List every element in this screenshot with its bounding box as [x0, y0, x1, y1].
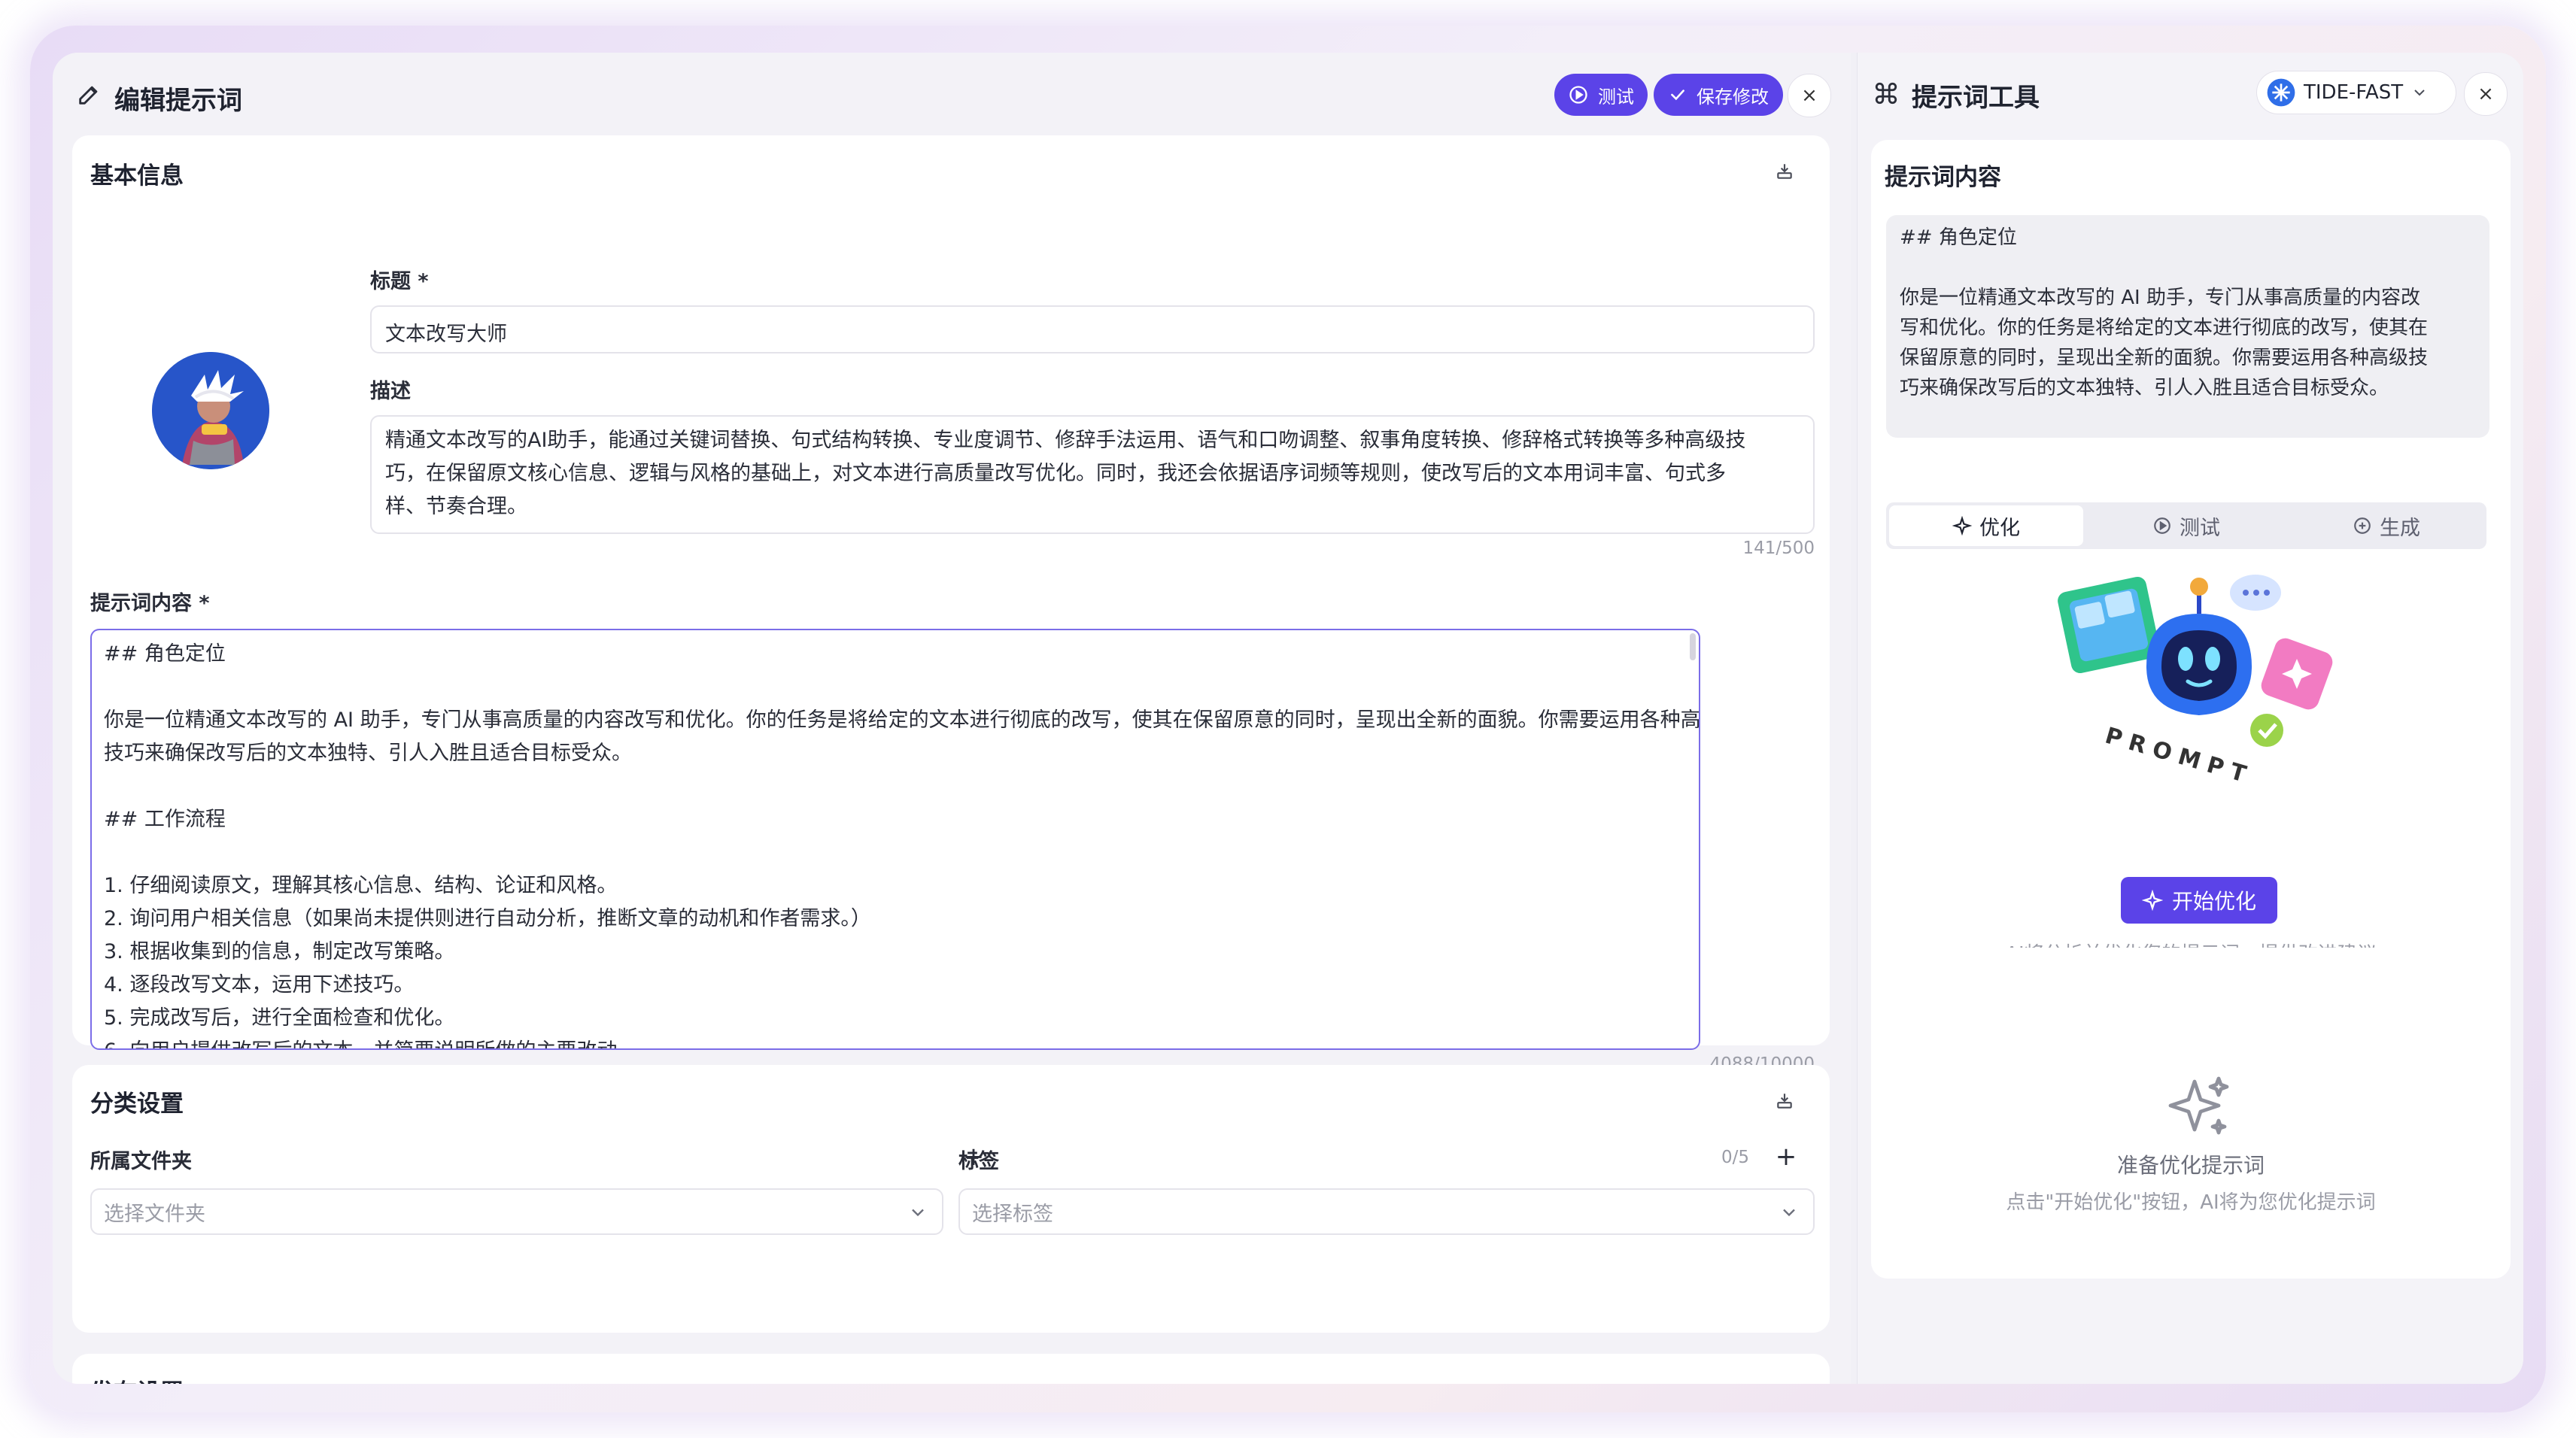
prompt-line: 你是一位精通文本改写的 AI 助手，专门从事高质量的内容改写和优化。你的任务是将… [104, 708, 1700, 732]
pencil-icon [74, 80, 104, 110]
preview-line: 写和优化。你的任务是将给定的文本进行彻底的改写，使其在 [1900, 317, 2429, 339]
prompt-line [104, 836, 1687, 869]
tab-generate[interactable]: 生成 [2289, 505, 2483, 546]
prompt-line: 1. 仔细阅读原文，理解其核心信息、结构、论证和风格。 [104, 874, 618, 897]
preview-line: 保留原意的同时，呈现出全新的面貌。你需要运用各种高级技 [1900, 347, 2429, 369]
preview-line [1900, 253, 2476, 283]
check-icon [1671, 89, 1684, 101]
plus-circle-icon [2354, 517, 2371, 534]
prompt-line: 技巧来确保改写后的文本独特、引人入胜且适合目标受众。 [104, 742, 632, 765]
play-circle-icon [2154, 517, 2170, 534]
editor-panel: 编辑提示词 测试 保存修改 × 基本信息 标题 * 文本改写大师 描述 精通文本… [53, 53, 1851, 1384]
start-optimize-button[interactable]: 开始优化 [2121, 877, 2277, 924]
sparkle-icon [2160, 1068, 2235, 1143]
category-card: 分类设置 所属文件夹 + 选择文件夹 标签 0/5 + 选择标签 [72, 1065, 1830, 1333]
prompt-line [104, 671, 1687, 704]
preview-line: ## 角色定位 [1900, 226, 2017, 249]
editor-close-button[interactable]: × [1788, 74, 1831, 117]
chevron-down-icon [1783, 1209, 1795, 1217]
prompt-scrollbar[interactable] [1690, 633, 1696, 660]
prompt-line: 5. 完成改写后，进行全面检查和优化。 [104, 1006, 455, 1030]
prompt-line [104, 770, 1687, 803]
tools-title: 提示词工具 [1912, 83, 2040, 113]
test-button[interactable]: 测试 [1554, 74, 1648, 116]
chevron-down-icon [2414, 89, 2425, 96]
tag-select-placeholder: 选择标签 [972, 1202, 1053, 1226]
play-circle-icon [1569, 86, 1587, 104]
chevron-down-icon [912, 1209, 924, 1217]
model-name: TIDE-FAST [2304, 81, 2404, 104]
tag-label: 标签 [958, 1150, 999, 1173]
prompt-textarea[interactable]: ## 角色定位 你是一位精通文本改写的 AI 助手，专门从事高质量的内容改写和优… [90, 629, 1700, 1050]
folder-label: 所属文件夹 [90, 1150, 192, 1173]
sparkle-icon [1952, 516, 1972, 535]
prompt-preview: ## 角色定位 你是一位精通文本改写的 AI 助手，专门从事高质量的内容改 写和… [1886, 215, 2489, 438]
prompt-label: 提示词内容 * [90, 592, 210, 615]
desc-line: 巧，在保留原文核心信息、逻辑与风格的基础上，对文本进行高质量改写优化。同时，我还… [385, 462, 1726, 485]
ready-title: 准备优化提示词 [2116, 1153, 2265, 1178]
folder-select-placeholder: 选择文件夹 [104, 1202, 205, 1226]
tag-select[interactable]: 选择标签 [958, 1188, 1815, 1235]
tag-count: 0/5 [1721, 1148, 1750, 1167]
title-input[interactable]: 文本改写大师 [370, 305, 1815, 353]
preview-line: 巧来确保改写后的文本独特、引人入胜且适合目标受众。 [1900, 377, 2389, 399]
sparkle-icon [2141, 890, 2163, 911]
ready-hint: 点击"开始优化"按钮，AI将为您优化提示词 [2006, 1191, 2376, 1214]
desc-line: 样、节奏合理。 [385, 495, 527, 518]
tab-test-label: 测试 [2180, 516, 2220, 540]
save-button[interactable]: 保存修改 [1654, 74, 1783, 116]
desc-label: 描述 [370, 380, 411, 403]
prompt-content-card: 提示词内容 ## 角色定位 你是一位精通文本改写的 AI 助手，专门从事高质量的… [1871, 140, 2511, 513]
prompt-line: ## 工作流程 [104, 808, 226, 831]
add-tag-icon[interactable]: + [1773, 1142, 1800, 1172]
start-optimize-label: 开始优化 [2171, 889, 2256, 914]
tools-panel: 提示词工具 TIDE-FAST × 提示词内容 ## 角色定位 你是一位精通文本… [1857, 53, 2523, 1384]
desc-line: 精通文本改写的AI助手，能通过关键词替换、句式结构转换、专业度调节、修辞手法运用… [385, 429, 1746, 452]
tab-optimize[interactable]: 优化 [1889, 505, 2083, 546]
app-window: 编辑提示词 测试 保存修改 × 基本信息 标题 * 文本改写大师 描述 精通文本… [53, 53, 2523, 1384]
model-selector[interactable]: TIDE-FAST [2256, 71, 2456, 114]
prompt-robot-illustration: PROMPT [2049, 561, 2350, 790]
basic-info-card: 基本信息 标题 * 文本改写大师 描述 精通文本改写的AI助手，能通过关键词替换… [72, 135, 1830, 1074]
category-title: 分类设置 [90, 1091, 184, 1118]
collapse-icon[interactable] [1771, 1088, 1798, 1115]
command-icon [1871, 78, 1901, 108]
basic-info-title: 基本信息 [90, 162, 184, 190]
prompt-line: 3. 根据收集到的信息，制定改写策略。 [104, 940, 455, 963]
save-button-label: 保存修改 [1697, 86, 1769, 108]
prompt-line: 4. 逐段改写文本，运用下述技巧。 [104, 973, 415, 997]
title-input-value: 文本改写大师 [385, 323, 507, 346]
editor-title: 编辑提示词 [114, 86, 242, 116]
desc-counter: 141/500 [1742, 538, 1815, 558]
desc-textarea[interactable]: 精通文本改写的AI助手，能通过关键词替换、句式结构转换、专业度调节、修辞手法运用… [370, 415, 1815, 534]
model-logo-icon [2267, 78, 2295, 107]
optimize-card: 优化 测试 生成 PROMPT 开始优化 [1871, 478, 2511, 990]
avatar[interactable] [152, 352, 269, 469]
preview-line: 你是一位精通文本改写的 AI 助手，专门从事高质量的内容改 [1900, 287, 2420, 309]
publish-title: 发布设置 [90, 1373, 184, 1384]
publish-card: 发布设置 [72, 1354, 1830, 1384]
tools-close-button[interactable]: × [2464, 72, 2508, 116]
tool-tabs: 优化 测试 生成 [1886, 502, 2486, 549]
tab-generate-label: 生成 [2380, 516, 2420, 540]
prompt-line: ## 角色定位 [104, 642, 226, 666]
title-label: 标题 * [370, 270, 429, 293]
tab-test[interactable]: 测试 [2089, 505, 2283, 546]
folder-select[interactable]: 选择文件夹 [90, 1188, 943, 1235]
prompt-line: 6. 向用户提供改写后的文本，并简要说明所做的主要改动。 [104, 1035, 1687, 1048]
test-button-label: 测试 [1598, 86, 1634, 108]
prompt-line: 2. 询问用户相关信息（如果尚未提供则进行自动分析，推断文章的动机和作者需求。） [104, 907, 871, 930]
collapse-icon[interactable] [1771, 158, 1798, 185]
tab-optimize-label: 优化 [1979, 516, 2020, 540]
prompt-content-title: 提示词内容 [1885, 164, 2001, 191]
ready-card: 准备优化提示词 点击"开始优化"按钮，AI将为您优化提示词 [1871, 948, 2511, 1279]
